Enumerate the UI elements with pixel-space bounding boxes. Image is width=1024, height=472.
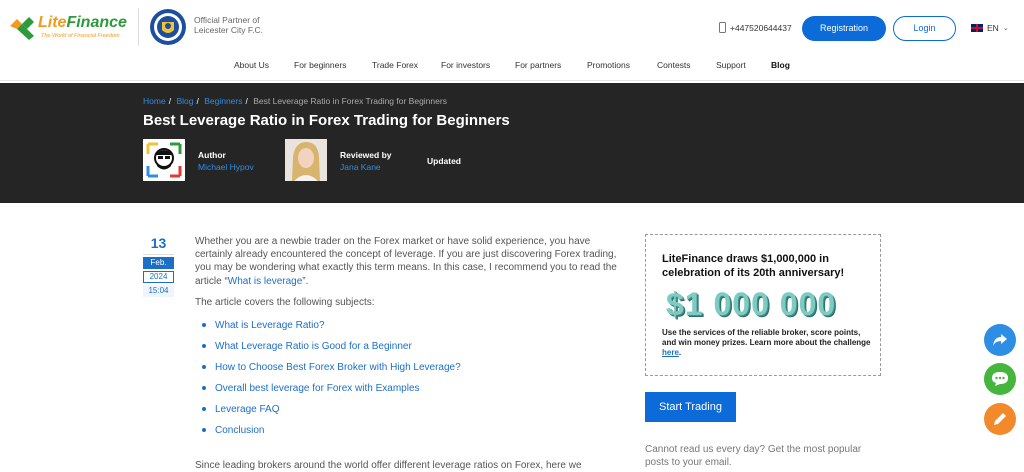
nav-trade-forex[interactable]: Trade Forex — [372, 60, 418, 70]
chat-button[interactable] — [984, 363, 1016, 395]
top-header: LiteFinance The World of Financial Freed… — [0, 0, 1024, 55]
uk-flag-icon — [971, 24, 983, 32]
what-is-leverage-link[interactable]: What is leverage — [228, 276, 302, 287]
registration-button[interactable]: Registration — [802, 16, 886, 41]
share-button[interactable] — [984, 324, 1016, 356]
login-button[interactable]: Login — [893, 16, 956, 41]
author-avatar[interactable] — [143, 139, 185, 181]
toc-item[interactable]: What is Leverage Ratio? — [195, 319, 625, 340]
table-of-contents: What is Leverage Ratio? What Leverage Ra… — [195, 319, 625, 445]
pencil-icon — [994, 413, 1006, 425]
header-divider — [138, 8, 139, 46]
nav-contests[interactable]: Contests — [657, 60, 691, 70]
breadcrumb: Home / Blog / Beginners / Best Leverage Rat… — [143, 96, 447, 106]
chat-bubble-icon — [992, 372, 1008, 386]
language-selector[interactable]: EN ⌄ — [971, 23, 1009, 33]
page-title: Best Leverage Ratio in Forex Trading for… — [143, 112, 510, 129]
updated-label: Updated — [427, 156, 461, 166]
reviewer-name-link[interactable]: Jana Kane — [340, 162, 381, 172]
phone-number[interactable]: +447520644437 — [719, 22, 792, 33]
subjects-intro: The article covers the following subject… — [195, 296, 375, 308]
intro-paragraph: Whether you are a newbie trader on the F… — [195, 235, 625, 288]
breadcrumb-current: Best Leverage Ratio in Forex Trading for… — [253, 96, 447, 106]
phone-icon — [719, 22, 726, 33]
promo-text-end: . — [678, 348, 682, 357]
promo-title: LiteFinance draws $1,000,000 in celebrat… — [662, 253, 845, 279]
toc-item[interactable]: Conclusion — [195, 424, 625, 445]
promo-text: Use the services of the reliable broker,… — [662, 328, 871, 347]
next-paragraph: Since leading brokers around the world o… — [195, 460, 582, 471]
nav-divider — [0, 80, 1024, 81]
edit-button[interactable] — [984, 403, 1016, 435]
promo-here-link[interactable]: here — [662, 348, 679, 357]
chevron-down-icon: ⌄ — [1002, 25, 1009, 32]
date-year: 2024 — [143, 271, 174, 283]
language-code: EN — [987, 23, 999, 33]
logo-tagline: The World of Financial Freedom — [41, 33, 120, 39]
nav-blog[interactable]: Blog — [771, 60, 790, 70]
reviewer-avatar[interactable] — [285, 139, 327, 181]
nav-for-investors[interactable]: For investors — [441, 60, 490, 70]
nav-promotions[interactable]: Promotions — [587, 60, 630, 70]
author-label: Author — [198, 150, 226, 160]
date-day: 13 — [143, 235, 174, 255]
start-trading-button[interactable]: Start Trading — [645, 392, 736, 422]
reviewer-avatar-image — [285, 139, 327, 181]
leicester-crest-icon[interactable] — [149, 8, 187, 46]
toc-item[interactable]: Leverage FAQ — [195, 403, 625, 424]
article-hero: Home / Blog / Beginners / Best Leverage Rat… — [0, 83, 1024, 203]
litefinance-logo[interactable]: LiteFinance The World of Financial Freed… — [8, 10, 128, 44]
nav-about-us[interactable]: About Us — [234, 60, 269, 70]
nav-support[interactable]: Support — [716, 60, 746, 70]
toc-item[interactable]: What Leverage Ratio is Good for a Beginn… — [195, 340, 625, 361]
promo-banner[interactable]: LiteFinance draws $1,000,000 in celebrat… — [645, 234, 881, 376]
article-body: Whether you are a newbie trader on the F… — [195, 235, 625, 445]
partner-text: Official Partner of Leicester City F.C. — [194, 15, 263, 35]
main-nav: About Us For beginners Trade Forex For i… — [0, 55, 1024, 77]
subscribe-text: Cannot read us every day? Get the most p… — [645, 444, 862, 468]
publish-date: 13 Feb. 2024 15:04 — [143, 235, 174, 297]
breadcrumb-beginners[interactable]: Beginners — [204, 96, 242, 106]
logo-word-lite: Lite — [38, 14, 67, 31]
nav-for-partners[interactable]: For partners — [515, 60, 561, 70]
logo-word-finance: Finance — [66, 14, 127, 31]
intro-text-end: ”. — [302, 275, 309, 287]
breadcrumb-home[interactable]: Home — [143, 96, 166, 106]
toc-item[interactable]: Overall best leverage for Forex with Exa… — [195, 382, 625, 403]
nav-for-beginners[interactable]: For beginners — [294, 60, 346, 70]
promo-description: Use the services of the reliable broker,… — [662, 328, 872, 358]
date-month: Feb. — [143, 257, 174, 269]
toc-item[interactable]: How to Choose Best Forex Broker with Hig… — [195, 361, 625, 382]
logo-mark-icon — [10, 17, 34, 40]
share-arrow-icon — [993, 334, 1007, 346]
reviewer-label: Reviewed by — [340, 150, 392, 160]
promo-amount: $1 000 000 — [666, 286, 837, 322]
author-name-link[interactable]: Michael Hypov — [198, 162, 254, 172]
date-time: 15:04 — [143, 285, 174, 297]
author-avatar-image — [143, 139, 185, 181]
phone-value: +447520644437 — [730, 22, 792, 33]
breadcrumb-blog[interactable]: Blog — [176, 96, 193, 106]
